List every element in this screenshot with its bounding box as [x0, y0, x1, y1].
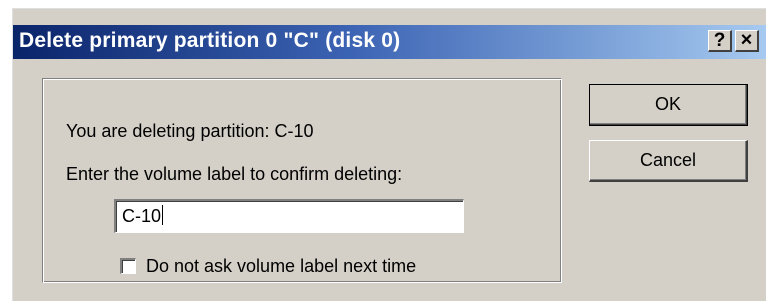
dont-ask-checkbox-label[interactable]: Do not ask volume label next time — [146, 256, 416, 277]
volume-label-input[interactable]: C-10 — [114, 199, 464, 233]
help-button[interactable]: ? — [708, 30, 732, 52]
volume-label-input-value: C-10 — [122, 206, 162, 226]
delete-partition-dialog: Delete primary partition 0 "C" (disk 0) … — [12, 8, 766, 301]
dont-ask-checkbox[interactable] — [120, 258, 136, 274]
dialog-title: Delete primary partition 0 "C" (disk 0) — [19, 29, 401, 52]
close-button[interactable]: × — [735, 30, 759, 52]
deleting-partition-label: You are deleting partition: C-10 — [66, 121, 314, 141]
title-bar[interactable]: Delete primary partition 0 "C" (disk 0) … — [13, 25, 766, 59]
ok-button[interactable]: OK — [589, 84, 748, 126]
cancel-button[interactable]: Cancel — [589, 140, 748, 182]
text-caret — [162, 205, 164, 225]
confirm-groupbox: You are deleting partition: C-10 Enter t… — [42, 78, 562, 283]
confirm-instruction-label: Enter the volume label to confirm deleti… — [66, 164, 403, 184]
